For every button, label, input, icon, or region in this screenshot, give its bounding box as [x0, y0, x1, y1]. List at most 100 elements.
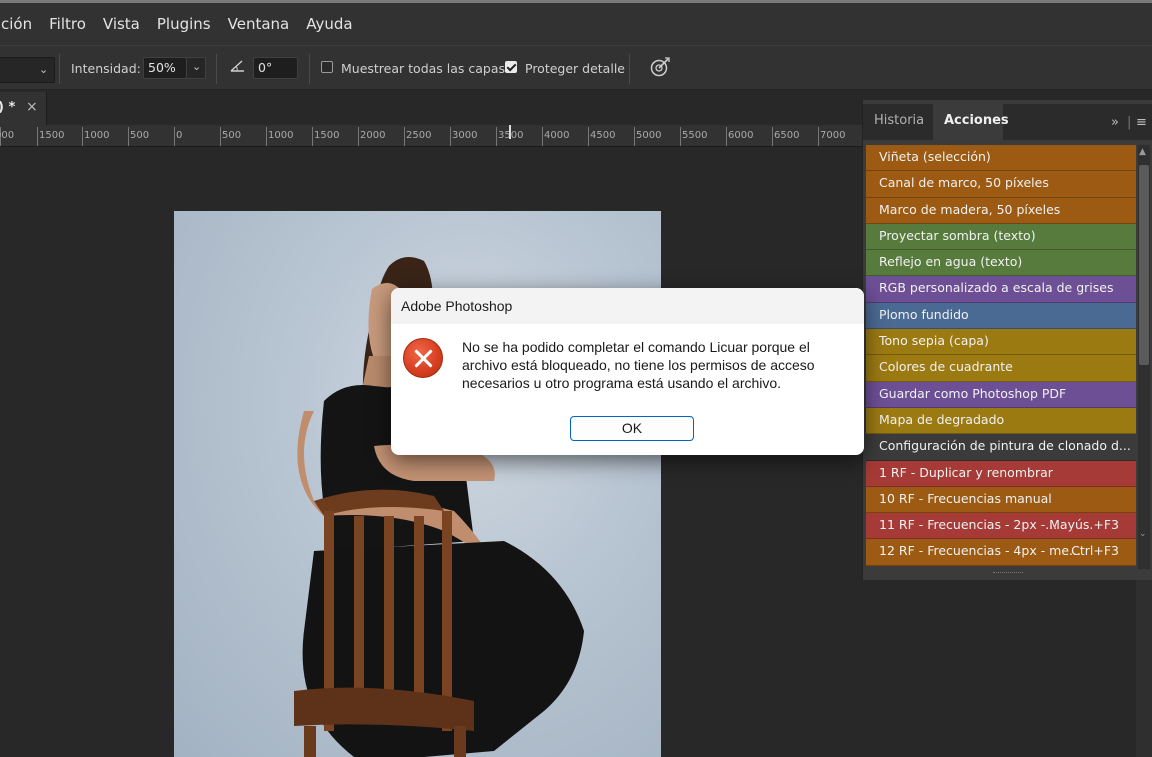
ruler-tick: [266, 127, 267, 146]
protect-detail-checkbox[interactable]: [505, 61, 517, 73]
actions-scrollbar[interactable]: ▲ ⌄: [1138, 145, 1150, 569]
intensity-dropdown[interactable]: ⌄: [186, 57, 206, 79]
ruler-tick: [818, 127, 819, 146]
ruler-tick: [542, 127, 543, 146]
action-row[interactable]: Guardar como Photoshop PDF: [866, 381, 1136, 408]
ruler-label: 7000: [820, 130, 846, 141]
ruler-label: 500: [130, 130, 150, 141]
scroll-up-icon[interactable]: ▲: [1139, 147, 1146, 157]
close-icon[interactable]: ×: [26, 99, 38, 115]
action-row[interactable]: Colores de cuadrante: [866, 355, 1136, 382]
angle-icon: [229, 58, 247, 77]
ruler-tick: [404, 127, 405, 146]
action-row[interactable]: 1 RF - Duplicar y renombrar: [866, 460, 1136, 487]
ruler-label: 6000: [728, 130, 754, 141]
collapse-double-chevron-icon[interactable]: »: [1111, 115, 1119, 130]
dialog-message-line: necesarios u otro programa está usando e…: [462, 375, 782, 391]
options-divider: [629, 54, 630, 84]
action-row[interactable]: Tono sepia (capa): [866, 329, 1136, 356]
dialog-title: Adobe Photoshop: [401, 298, 513, 314]
ruler-label: 1000: [268, 130, 294, 141]
ruler-label: 4000: [544, 130, 570, 141]
ruler-tick: [358, 127, 359, 146]
error-dialog: Adobe Photoshop No se ha podido completa…: [391, 288, 864, 455]
action-row[interactable]: Plomo fundido: [866, 302, 1136, 330]
ruler-tick: [312, 127, 313, 146]
ruler-label: 2000: [360, 130, 386, 141]
actions-panel: Historia Acciones » | ≡ Viñeta (selecció…: [862, 100, 1152, 580]
horizontal-ruler: 000 1500 1000 500 0 500 1000 1500 2000 2…: [0, 125, 862, 147]
menu-item-filter[interactable]: Filtro: [42, 15, 93, 33]
panel-dock-background: [862, 580, 1152, 757]
action-label: 11 RF - Frecuencias - 2px -...: [879, 517, 1058, 533]
angle-field[interactable]: 0°: [253, 57, 298, 79]
options-bar: ⌄ Intensidad: 50% ⌄ 0° Muestrear todas l…: [0, 45, 1152, 90]
action-label: Mapa de degradado: [879, 411, 1005, 427]
scroll-down-icon[interactable]: ⌄: [1139, 529, 1147, 539]
dialog-message-line: archivo está bloqueado, no tiene los per…: [462, 357, 815, 373]
ruler-label: 0: [176, 130, 183, 141]
ruler-tick: [588, 127, 589, 146]
tab-history[interactable]: Historia: [863, 104, 935, 140]
dock-scrollbar[interactable]: [1136, 580, 1152, 757]
menu-bar: ción Filtro Vista Plugins Ventana Ayuda: [0, 3, 1152, 45]
action-row[interactable]: 10 RF - Frecuencias manual: [866, 486, 1136, 514]
ruler-tick: [496, 127, 497, 146]
action-label: Configuración de pintura de clonado d...: [879, 438, 1131, 454]
action-row[interactable]: Proyectar sombra (texto): [866, 223, 1136, 251]
actions-list: Viñeta (selección) Canal de marco, 50 pí…: [866, 145, 1136, 566]
pressure-icon[interactable]: [649, 56, 671, 81]
document-tab[interactable]: ) * ×: [0, 92, 47, 125]
action-row[interactable]: Canal de marco, 50 píxeles: [866, 171, 1136, 198]
ruler-tick: [772, 127, 773, 146]
panel-menu-icon[interactable]: ≡: [1136, 115, 1147, 130]
intensity-label: Intensidad:: [71, 61, 141, 76]
tab-actions[interactable]: Acciones: [933, 104, 1009, 140]
ruler-label: 1000: [84, 130, 110, 141]
dialog-titlebar: Adobe Photoshop: [391, 288, 864, 324]
action-label: 10 RF - Frecuencias manual: [879, 490, 1052, 506]
action-label: Marco de madera, 50 píxeles: [879, 201, 1061, 217]
brush-preset-picker[interactable]: ⌄: [0, 57, 55, 83]
protect-detail-label: Proteger detalle: [525, 61, 625, 76]
action-label: RGB personalizado a escala de grises: [879, 280, 1114, 296]
sample-all-layers-checkbox[interactable]: [321, 61, 333, 73]
options-divider: [59, 54, 60, 84]
action-row[interactable]: Viñeta (selección): [866, 145, 1136, 172]
action-row[interactable]: RGB personalizado a escala de grises: [866, 276, 1136, 303]
action-row[interactable]: Marco de madera, 50 píxeles: [866, 197, 1136, 224]
ruler-label: 4500: [590, 130, 616, 141]
panel-resize-grip[interactable]: [993, 572, 1023, 575]
action-label: Colores de cuadrante: [879, 359, 1013, 375]
ruler-label: 3000: [452, 130, 478, 141]
ruler-tick: [450, 127, 451, 146]
sample-all-layers-label: Muestrear todas las capas: [341, 61, 506, 76]
action-row[interactable]: 12 RF - Frecuencias - 4px - me... Ctrl+F3: [866, 539, 1136, 566]
menu-item-help[interactable]: Ayuda: [299, 15, 359, 33]
ruler-cursor-marker: [509, 125, 511, 139]
ruler-label: 5500: [682, 130, 708, 141]
ruler-tick: [174, 127, 175, 146]
document-tab-label: ) *: [0, 100, 16, 115]
menu-item-selection[interactable]: ción: [0, 15, 39, 33]
action-label: 12 RF - Frecuencias - 4px - me...: [879, 543, 1081, 559]
menu-item-plugins[interactable]: Plugins: [150, 15, 218, 33]
ruler-label: 500: [222, 130, 242, 141]
options-divider: [309, 54, 310, 84]
ruler-tick: [726, 127, 727, 146]
action-label: Guardar como Photoshop PDF: [879, 385, 1067, 401]
ok-button[interactable]: OK: [570, 416, 694, 441]
menu-item-window[interactable]: Ventana: [221, 15, 297, 33]
ruler-label: 1500: [39, 130, 65, 141]
action-row[interactable]: Mapa de degradado: [866, 407, 1136, 435]
error-icon: [403, 338, 443, 378]
action-row[interactable]: Configuración de pintura de clonado d...: [866, 434, 1136, 461]
intensity-field[interactable]: 50%: [143, 57, 187, 79]
ruler-label: 6500: [774, 130, 800, 141]
action-row[interactable]: Reflejo en agua (texto): [866, 250, 1136, 277]
action-row[interactable]: 11 RF - Frecuencias - 2px -... Mayús.+F3: [866, 513, 1136, 540]
scroll-thumb[interactable]: [1139, 165, 1149, 365]
menu-item-view[interactable]: Vista: [96, 15, 147, 33]
ruler-label: 000: [0, 130, 15, 141]
dialog-message-line: No se ha podido completar el comando Lic…: [462, 339, 810, 355]
